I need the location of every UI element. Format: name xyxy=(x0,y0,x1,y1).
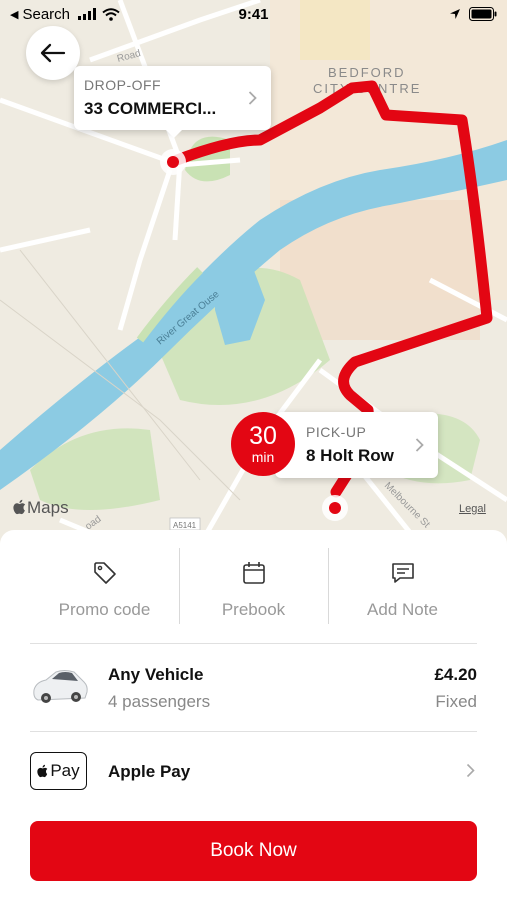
fare-price: £4.20 xyxy=(434,665,477,684)
calendar-icon xyxy=(242,562,265,584)
chevron-right-icon xyxy=(415,438,424,452)
eta-value: 30 xyxy=(249,421,277,450)
divider xyxy=(179,548,180,624)
pay-badge-text: Pay xyxy=(50,761,80,780)
add-note-label: Add Note xyxy=(367,600,438,619)
back-button[interactable] xyxy=(26,26,80,80)
chevron-right-icon xyxy=(466,763,475,778)
location-arrow-icon xyxy=(450,9,460,19)
divider xyxy=(30,731,477,732)
prebook-button[interactable]: Prebook xyxy=(179,548,328,624)
back-app-label: Search xyxy=(22,5,70,23)
back-to-app[interactable]: ◀ Search xyxy=(10,6,120,23)
pickup-address: 8 Holt Row xyxy=(306,446,394,465)
dropoff-label: DROP-OFF xyxy=(84,77,162,93)
map-view[interactable]: BEDFORD CITY CENTRE River Great Ouse Roa… xyxy=(0,0,507,545)
car-icon xyxy=(33,670,88,703)
payment-label: Apple Pay xyxy=(108,762,191,781)
promo-code-label: Promo code xyxy=(58,600,151,619)
apple-pay-badge: Pay xyxy=(30,752,87,790)
battery-icon xyxy=(469,7,497,21)
tag-icon xyxy=(93,562,116,584)
vehicle-name: Any Vehicle xyxy=(108,665,204,684)
pickup-callout[interactable]: PICK-UP 8 Holt Row xyxy=(275,412,438,478)
status-bar: ◀ Search 9:41 xyxy=(0,0,507,28)
promo-code-button[interactable]: Promo code xyxy=(30,548,179,624)
apple-logo-icon xyxy=(13,499,26,515)
add-note-button[interactable]: Add Note xyxy=(328,548,477,624)
road-code: A5141 xyxy=(173,521,197,530)
dropoff-callout[interactable]: DROP-OFF 33 COMMERCI... xyxy=(74,66,271,138)
payment-method-row[interactable]: Pay Apple Pay xyxy=(30,750,477,792)
vehicle-row[interactable]: Any Vehicle 4 passengers £4.20 Fixed xyxy=(30,660,477,720)
message-icon xyxy=(391,563,414,583)
arrow-left-icon xyxy=(40,43,66,63)
booking-sheet: Promo code Prebook Add Note Any Vehicle … xyxy=(0,530,507,900)
eta-unit: min xyxy=(251,448,275,465)
book-now-button[interactable]: Book Now xyxy=(30,821,477,881)
apple-logo-icon xyxy=(37,764,48,778)
pickup-label: PICK-UP xyxy=(306,424,367,440)
dropoff-address: 33 COMMERCI... xyxy=(84,99,217,118)
divider xyxy=(30,643,477,644)
area-label: BEDFORD xyxy=(328,65,406,80)
eta-badge: 30 min xyxy=(231,412,295,476)
wifi-icon xyxy=(102,7,120,21)
action-row: Promo code Prebook Add Note xyxy=(30,548,477,624)
prebook-label: Prebook xyxy=(221,600,286,619)
back-caret-icon: ◀ xyxy=(10,8,19,21)
signal-icon xyxy=(78,8,96,20)
vehicle-passengers: 4 passengers xyxy=(108,692,211,711)
fare-type: Fixed xyxy=(435,692,477,711)
legal-link[interactable]: Legal xyxy=(459,503,486,515)
chevron-right-icon xyxy=(248,91,257,105)
maps-label: Maps xyxy=(27,498,69,517)
maps-attribution: Maps xyxy=(13,498,69,518)
divider xyxy=(328,548,329,624)
